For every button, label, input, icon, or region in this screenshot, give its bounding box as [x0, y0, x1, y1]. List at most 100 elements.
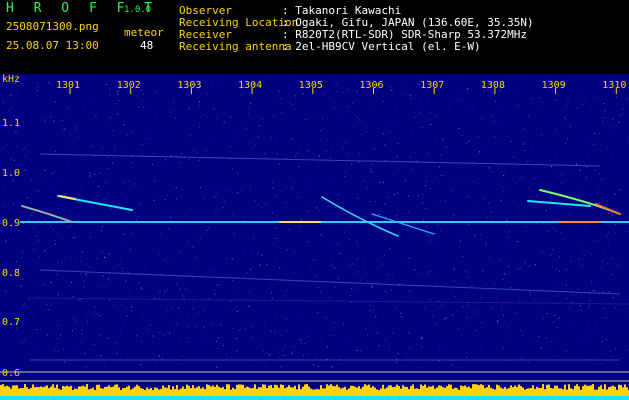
level-bar-segment	[44, 386, 46, 396]
noise-speck	[577, 288, 579, 290]
noise-speck	[614, 307, 616, 309]
level-bar-base	[540, 396, 542, 400]
noise-speck	[118, 100, 120, 101]
level-bar-base	[310, 396, 312, 400]
noise-speck	[396, 307, 398, 309]
level-bar-base	[592, 396, 594, 400]
level-bar-segment	[476, 384, 478, 396]
noise-speck	[74, 236, 76, 238]
level-bar-base	[142, 396, 144, 400]
noise-speck	[410, 97, 412, 99]
level-bar-segment	[528, 388, 530, 396]
noise-speck	[615, 232, 617, 234]
noise-speck	[621, 113, 623, 115]
noise-speck	[138, 188, 140, 190]
level-bar-base	[90, 396, 92, 400]
noise-speck	[158, 119, 160, 121]
noise-speck	[235, 135, 237, 137]
level-bar-segment	[2, 384, 4, 396]
level-bar-base	[188, 396, 190, 400]
noise-speck	[593, 143, 595, 145]
level-bar-segment	[344, 386, 346, 396]
noise-speck	[31, 324, 33, 326]
noise-speck	[270, 137, 272, 139]
noise-speck	[62, 349, 64, 351]
noise-speck	[391, 273, 393, 275]
noise-speck	[128, 289, 130, 291]
noise-speck	[476, 205, 478, 207]
noise-speck	[53, 171, 55, 173]
level-bar-base	[350, 396, 352, 400]
noise-speck	[600, 267, 602, 269]
level-bar-base	[266, 396, 268, 400]
level-bar-segment	[546, 384, 548, 396]
level-bar-base	[4, 396, 6, 400]
noise-speck	[552, 174, 554, 176]
level-bar-base	[40, 396, 42, 400]
noise-speck	[435, 175, 437, 177]
noise-speck	[313, 263, 315, 265]
level-bar-base	[196, 396, 198, 400]
level-bar-segment	[78, 386, 80, 396]
noise-speck	[109, 116, 111, 118]
noise-speck	[410, 94, 411, 96]
noise-speck	[290, 263, 292, 265]
noise-speck	[333, 242, 335, 244]
noise-speck	[330, 146, 332, 148]
noise-speck	[416, 343, 418, 345]
level-bar-base	[546, 396, 548, 400]
noise-speck	[528, 114, 530, 116]
noise-speck	[40, 85, 41, 87]
level-bar-base	[528, 396, 530, 400]
time-tick-label: 1303	[177, 80, 202, 91]
noise-speck	[75, 328, 77, 330]
level-bar-base	[16, 396, 18, 400]
noise-speck	[76, 322, 78, 324]
level-bar-base	[144, 396, 146, 400]
noise-speck	[245, 308, 247, 310]
noise-speck	[241, 95, 243, 97]
noise-speck	[494, 136, 495, 138]
noise-speck	[435, 323, 437, 325]
level-bar-segment	[292, 387, 294, 396]
level-bar-segment	[434, 388, 436, 396]
level-bar-base	[176, 396, 178, 400]
noise-speck	[542, 317, 544, 319]
level-bar-base	[192, 396, 194, 400]
noise-speck	[209, 298, 210, 300]
noise-speck	[36, 235, 38, 237]
noise-speck	[154, 181, 156, 183]
noise-speck	[333, 180, 334, 182]
noise-speck	[257, 253, 259, 255]
noise-speck	[337, 243, 339, 244]
level-bar-base	[456, 396, 458, 400]
level-bar-base	[24, 396, 26, 400]
noise-speck	[205, 91, 207, 93]
level-bar-base	[406, 396, 408, 400]
noise-speck	[158, 253, 160, 255]
noise-speck	[586, 92, 588, 94]
noise-speck	[155, 91, 157, 93]
noise-speck	[443, 220, 445, 222]
noise-speck	[294, 182, 296, 184]
noise-speck	[476, 330, 478, 331]
noise-speck	[176, 228, 178, 230]
noise-speck	[89, 175, 91, 177]
noise-speck	[236, 311, 238, 312]
level-bar-segment	[18, 388, 20, 396]
level-bar-segment	[288, 385, 290, 396]
level-bar-base	[470, 396, 472, 400]
noise-speck	[242, 254, 244, 256]
antenna-label: Receiving antenna	[179, 40, 292, 53]
noise-speck	[150, 106, 152, 107]
level-bar-segment	[168, 385, 170, 396]
noise-speck	[6, 143, 8, 145]
noise-speck	[307, 335, 309, 337]
noise-speck	[345, 142, 347, 144]
noise-speck	[590, 337, 592, 339]
noise-speck	[566, 297, 568, 299]
level-bar-base	[354, 396, 356, 400]
noise-speck	[199, 105, 201, 107]
noise-speck	[124, 325, 126, 327]
noise-speck	[570, 305, 572, 307]
